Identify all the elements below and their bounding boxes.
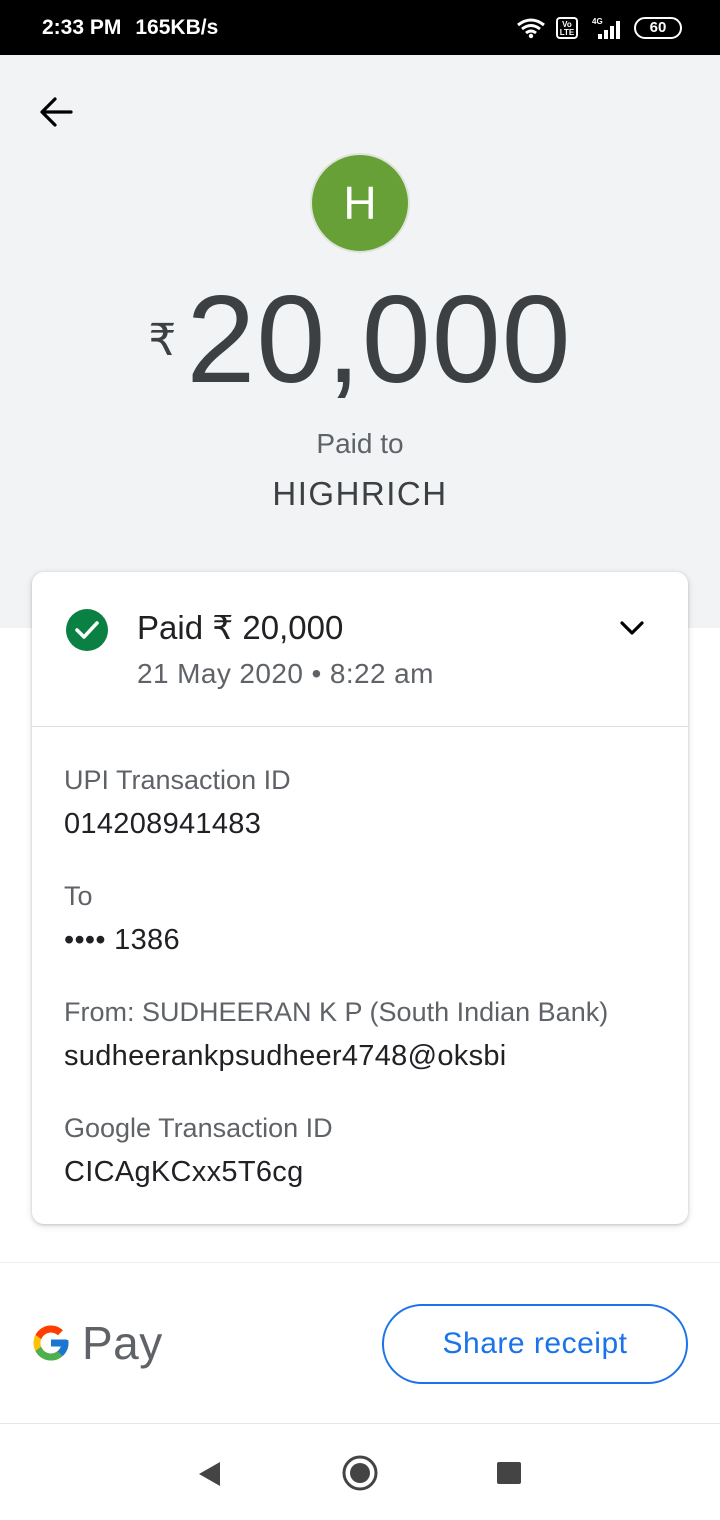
- signal-icon: 4G: [592, 17, 620, 39]
- network-type-label: 4G: [592, 17, 603, 26]
- google-transaction-id-label: Google Transaction ID: [64, 1113, 333, 1143]
- upi-transaction-id-value: 014208941483: [64, 808, 262, 840]
- payment-amount: 20,000: [186, 271, 572, 409]
- from-label: From: SUDHEERAN K P (South Indian Bank): [64, 997, 609, 1027]
- gpay-brand-text: Pay: [82, 1317, 163, 1369]
- payment-status-title: Paid ₹ 20,000: [137, 609, 344, 646]
- arrow-left-icon: [40, 97, 73, 127]
- google-transaction-id-value: CICAgKCxx5T6cg: [64, 1156, 304, 1188]
- volte-icon: Vo LTE: [556, 16, 578, 39]
- share-receipt-button[interactable]: Share receipt: [382, 1304, 688, 1384]
- payee-name: HIGHRICH: [272, 475, 448, 512]
- chevron-down-icon: [620, 621, 644, 635]
- battery-indicator: 60: [634, 16, 682, 39]
- expand-button[interactable]: [612, 612, 652, 644]
- google-g-icon: [33, 1325, 69, 1361]
- transaction-summary[interactable]: Paid ₹ 20,000 21 May 2020 • 8:22 am: [32, 572, 688, 726]
- transaction-card: Paid ₹ 20,000 21 May 2020 • 8:22 am UPI …: [32, 572, 688, 1224]
- nav-back-icon[interactable]: [196, 1460, 222, 1488]
- avatar: H: [310, 153, 410, 253]
- upi-transaction-id-label: UPI Transaction ID: [64, 765, 291, 795]
- back-button[interactable]: [36, 92, 76, 132]
- system-navigation-bar: [0, 1424, 720, 1520]
- gpay-logo: Pay: [30, 1313, 163, 1373]
- paid-to-label: Paid to: [316, 428, 404, 459]
- nav-home-icon[interactable]: [341, 1454, 379, 1492]
- currency-symbol: ₹: [148, 316, 177, 365]
- nav-recents-icon[interactable]: [497, 1462, 521, 1484]
- status-time: 2:33 PM: [42, 15, 122, 39]
- to-account-value: •••• 1386: [64, 924, 180, 956]
- card-divider: [32, 726, 688, 727]
- to-label: To: [64, 881, 93, 911]
- status-bar: 2:33 PM 165KB/s Vo LTE 4G 60: [0, 0, 720, 55]
- from-upi-id-value: sudheerankpsudheer4748@oksbi: [64, 1040, 507, 1072]
- status-network-speed: 165KB/s: [135, 15, 219, 39]
- payment-date: 21 May 2020 • 8:22 am: [137, 658, 434, 689]
- wifi-icon: [517, 18, 545, 38]
- amount-display: ₹ 20,000: [0, 275, 720, 405]
- check-circle-icon: [66, 609, 108, 651]
- footer-divider: [0, 1262, 720, 1263]
